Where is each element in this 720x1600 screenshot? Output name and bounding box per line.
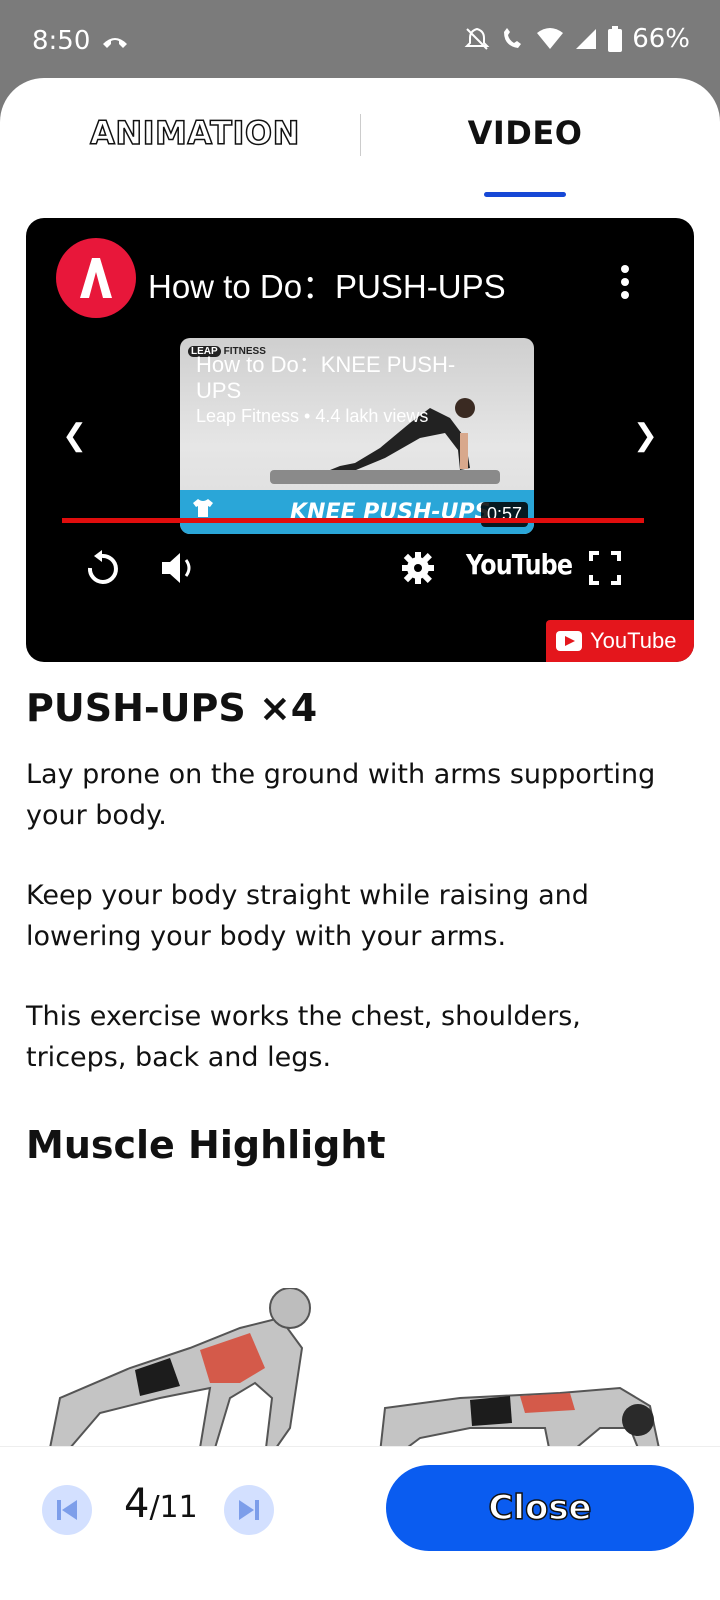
pushup-down-figure: [378, 1386, 662, 1454]
channel-logo[interactable]: [56, 238, 136, 318]
tab-bar: ANIMATION VIDEO: [0, 108, 720, 197]
exercise-counter: 4/11: [124, 1481, 198, 1527]
muscle-highlight-title: Muscle Highlight: [26, 1123, 386, 1167]
youtube-logo-text[interactable]: YouTube: [466, 548, 573, 581]
suggested-video-title: How to Do：KNEE PUSH-UPS: [196, 352, 456, 403]
total-exercise-count: /11: [149, 1490, 198, 1525]
signal-icon: [576, 29, 597, 49]
suggested-video-meta: Leap Fitness • 4.4 lakh views: [196, 406, 429, 426]
volume-icon[interactable]: [158, 548, 198, 588]
tab-video[interactable]: VIDEO: [450, 108, 600, 178]
exercise-title: PUSH-UPS ×4: [26, 686, 318, 730]
more-vertical-icon[interactable]: [620, 264, 630, 300]
tab-animation[interactable]: ANIMATION: [80, 108, 310, 178]
status-indicators: 66%: [464, 24, 690, 54]
skip-previous-icon: [57, 1500, 77, 1520]
bottom-bar: 4/11 Close: [0, 1446, 720, 1600]
youtube-play-icon: [556, 631, 582, 651]
battery-icon: [608, 26, 623, 52]
call-forward-icon: [103, 38, 127, 48]
tab-divider: [360, 114, 361, 156]
close-button[interactable]: Close: [386, 1465, 694, 1551]
status-bar: 8:50 66%: [0, 0, 720, 80]
pushup-up-figure: [48, 1288, 311, 1449]
current-exercise-number: 4: [124, 1481, 150, 1527]
youtube-player[interactable]: How to Do：PUSH-UPS ❮ ❯ LEAP FITNESS How t…: [26, 218, 694, 662]
next-exercise-button[interactable]: [224, 1485, 274, 1535]
exercise-description-1: Lay prone on the ground with arms suppor…: [26, 759, 656, 831]
wifi-icon: [537, 28, 564, 49]
previous-exercise-button[interactable]: [42, 1485, 92, 1535]
watch-on-youtube-button[interactable]: YouTube: [546, 620, 694, 662]
suggested-video-card[interactable]: LEAP FITNESS How to Do：KNEE PUSH-UPS Leap…: [180, 338, 534, 534]
video-duration: 0:57: [480, 502, 528, 527]
active-tab-indicator: [484, 192, 566, 197]
wifi-call-icon: [504, 28, 522, 48]
youtube-badge-label: YouTube: [590, 628, 677, 653]
previous-video-chevron-icon[interactable]: ❮: [62, 418, 87, 453]
exercise-sheet: ANIMATION VIDEO How to Do：PUSH-UPS ❮ ❯ L…: [0, 78, 720, 1600]
skip-next-icon: [239, 1500, 259, 1520]
mute-bell-icon: [464, 27, 490, 50]
next-video-chevron-icon[interactable]: ❯: [633, 418, 658, 453]
video-title[interactable]: How to Do：PUSH-UPS: [148, 260, 506, 308]
settings-gear-icon[interactable]: [400, 548, 436, 588]
battery-percent: 66%: [632, 24, 690, 54]
fullscreen-icon[interactable]: [588, 548, 622, 588]
exercise-description-3: This exercise works the chest, shoulders…: [26, 1001, 581, 1073]
exercise-description-2: Keep your body straight while raising an…: [26, 880, 589, 952]
tshirt-icon: [193, 499, 213, 517]
status-time: 8:50: [32, 26, 91, 56]
muscle-highlight-illustration: [48, 1288, 662, 1454]
leap-logo-icon: [80, 258, 112, 298]
playback-progress-bar[interactable]: [62, 518, 644, 523]
replay-icon[interactable]: [84, 548, 120, 588]
